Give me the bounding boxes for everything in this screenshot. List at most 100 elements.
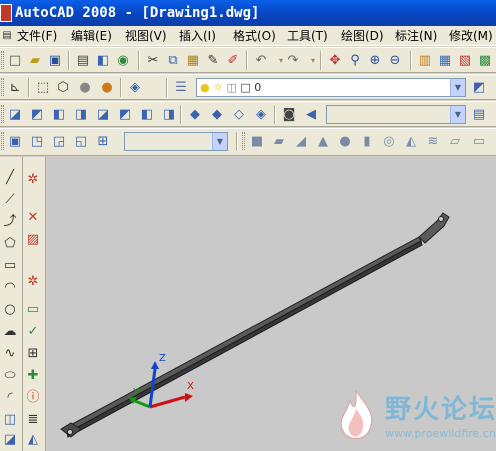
circle-icon[interactable]: ○ (1, 301, 19, 319)
insert-block-icon[interactable]: ◫ (1, 411, 19, 429)
front-view-icon[interactable]: ◪ (94, 106, 112, 124)
revision-cloud-icon[interactable]: ☁ (1, 323, 19, 341)
brush-icon[interactable]: ✎ (204, 52, 222, 70)
menu-dimension[interactable]: 标注(N) (395, 26, 437, 45)
check-icon[interactable]: ✓ (24, 323, 42, 341)
title-bar[interactable]: AutoCAD 2008 - [Drawing1.dwg] (0, 0, 496, 26)
menu-view[interactable]: 视图(V) (125, 26, 167, 45)
planar-surface-icon[interactable]: ▱ (446, 133, 464, 151)
shaded-sphere-icon[interactable]: ● (76, 79, 94, 97)
menu-tools[interactable]: 工具(T) (287, 26, 328, 45)
properties-icon[interactable]: ▥ (416, 52, 434, 70)
polysolid-icon[interactable]: ▰ (270, 133, 288, 151)
menu-insert[interactable]: 插入(I) (179, 26, 216, 45)
new-icon[interactable]: □ (6, 52, 24, 70)
erase-icon[interactable]: ✕ (24, 209, 42, 227)
zoom-realtime-icon[interactable]: ⚲ (346, 52, 364, 70)
wireframe-box-icon[interactable]: ⬚ (34, 79, 52, 97)
hatch-icon[interactable]: ▨ (24, 231, 42, 249)
pyramid-icon[interactable]: ◭ (402, 133, 420, 151)
camera-view-icon[interactable]: ◈ (252, 106, 270, 124)
torus-icon[interactable]: ◎ (380, 133, 398, 151)
visual-styles-manager-icon[interactable]: ◈ (126, 79, 144, 97)
menu-edit[interactable]: 编辑(E) (71, 26, 112, 45)
toolbar-grip[interactable] (242, 132, 245, 150)
plot-icon[interactable]: ▤ (74, 52, 92, 70)
cut-icon[interactable]: ✂ (144, 52, 162, 70)
line-icon[interactable]: ╱ (1, 169, 19, 187)
multiline-text-icon[interactable]: ≣ (24, 411, 42, 429)
add-icon[interactable]: ✚ (24, 367, 42, 385)
gear-icon[interactable]: ✲ (24, 273, 42, 291)
document-menu-icon[interactable]: ▤ (0, 27, 14, 45)
construction-line-icon[interactable]: ⟋ (1, 191, 19, 209)
toolbar-grip[interactable] (1, 78, 4, 96)
make-group-icon[interactable]: ▭ (24, 301, 42, 319)
layer-properties-icon[interactable]: ☰ (172, 79, 190, 97)
extrude-icon[interactable]: ▭ (470, 133, 488, 151)
arc-icon[interactable]: ◠ (1, 279, 19, 297)
viewport-object-icon[interactable]: ◱ (72, 133, 90, 151)
preview-icon[interactable]: ◧ (94, 52, 112, 70)
iso-view-icon[interactable]: ◇ (230, 106, 248, 124)
bottom-view-icon[interactable]: ◩ (28, 106, 46, 124)
menu-format[interactable]: 格式(O) (233, 26, 276, 45)
tolerance-icon[interactable]: ⊞ (24, 345, 42, 363)
layer-dropdown[interactable]: ● ☼ ◫ □ 0 ▼ (196, 78, 466, 97)
zoom-previous-icon[interactable]: ⊖ (386, 52, 404, 70)
chevron-down-icon[interactable]: ▼ (450, 79, 465, 96)
back-arrow-icon[interactable]: ◀ (302, 106, 320, 124)
se-iso-view-icon[interactable]: ◨ (160, 106, 178, 124)
undo-icon[interactable]: ↶ (252, 52, 270, 70)
viewport-scale-dropdown[interactable]: ▼ (124, 132, 228, 151)
autocad-app-icon[interactable] (0, 4, 12, 22)
rectangle-icon[interactable]: ▭ (1, 257, 19, 275)
toolbar-grip[interactable] (1, 51, 4, 69)
ucs-icon[interactable]: ⊾ (6, 79, 24, 97)
chevron-down-icon[interactable]: ▼ (212, 133, 227, 150)
zoom-window-icon[interactable]: ⊕ (366, 52, 384, 70)
make-block-icon[interactable]: ◪ (1, 431, 19, 449)
ne-iso-view-icon[interactable]: ◆ (186, 106, 204, 124)
ellipse-arc-icon[interactable]: ◜ (1, 389, 19, 407)
cylinder-icon[interactable]: ▮ (358, 133, 376, 151)
save-icon[interactable]: ▣ (46, 52, 64, 70)
viewport-clip-icon[interactable]: ⊞ (94, 133, 112, 151)
calculator-icon[interactable]: ▩ (476, 52, 494, 70)
sphere-icon[interactable]: ● (336, 133, 354, 151)
viewport-polygon-icon[interactable]: ◲ (50, 133, 68, 151)
ellipse-icon[interactable]: ⬭ (1, 367, 19, 385)
nw-iso-view-icon[interactable]: ◆ (208, 106, 226, 124)
named-views-dropdown[interactable]: ▼ (326, 105, 466, 124)
menu-draw[interactable]: 绘图(D) (341, 26, 384, 45)
paste-icon[interactable]: ▦ (184, 52, 202, 70)
polygon-icon[interactable]: ⬠ (1, 235, 19, 253)
wedge-icon[interactable]: ◢ (292, 133, 310, 151)
back-view-icon[interactable]: ◩ (116, 106, 134, 124)
left-view-icon[interactable]: ◧ (50, 106, 68, 124)
gear-icon[interactable]: ✲ (24, 171, 42, 189)
copy-icon[interactable]: ⧉ (164, 52, 182, 70)
viewport-dialog-icon[interactable]: ◳ (28, 133, 46, 151)
match-properties-icon[interactable]: ✐ (224, 52, 242, 70)
hidden-box-icon[interactable]: ⬡ (54, 79, 72, 97)
box-icon[interactable]: ■ (248, 133, 266, 151)
make-layer-current-icon[interactable]: ◩ (470, 79, 488, 97)
publish-icon[interactable]: ◉ (114, 52, 132, 70)
toolbar-grip[interactable] (1, 132, 4, 150)
camera-icon[interactable]: ◙ (280, 106, 298, 124)
helix-icon[interactable]: ≋ (424, 133, 442, 151)
right-view-icon[interactable]: ◨ (72, 106, 90, 124)
top-view-icon[interactable]: ◪ (6, 106, 24, 124)
linear-dimension-icon[interactable]: ◭ (24, 431, 42, 449)
drawing-canvas[interactable]: X Y Z 野火论坛 www.proewildfire.cn (47, 157, 496, 451)
open-icon[interactable]: ▰ (26, 52, 44, 70)
pan-icon[interactable]: ✥ (326, 52, 344, 70)
menu-modify[interactable]: 修改(M) (449, 26, 493, 45)
menu-file[interactable]: 文件(F) (17, 26, 57, 45)
named-views-icon[interactable]: ▤ (470, 106, 488, 124)
chevron-down-icon[interactable]: ▼ (450, 106, 465, 123)
redo-icon[interactable]: ↷ (284, 52, 302, 70)
polyline-icon[interactable]: ⤴ (1, 213, 19, 231)
tool-palettes-icon[interactable]: ▧ (456, 52, 474, 70)
